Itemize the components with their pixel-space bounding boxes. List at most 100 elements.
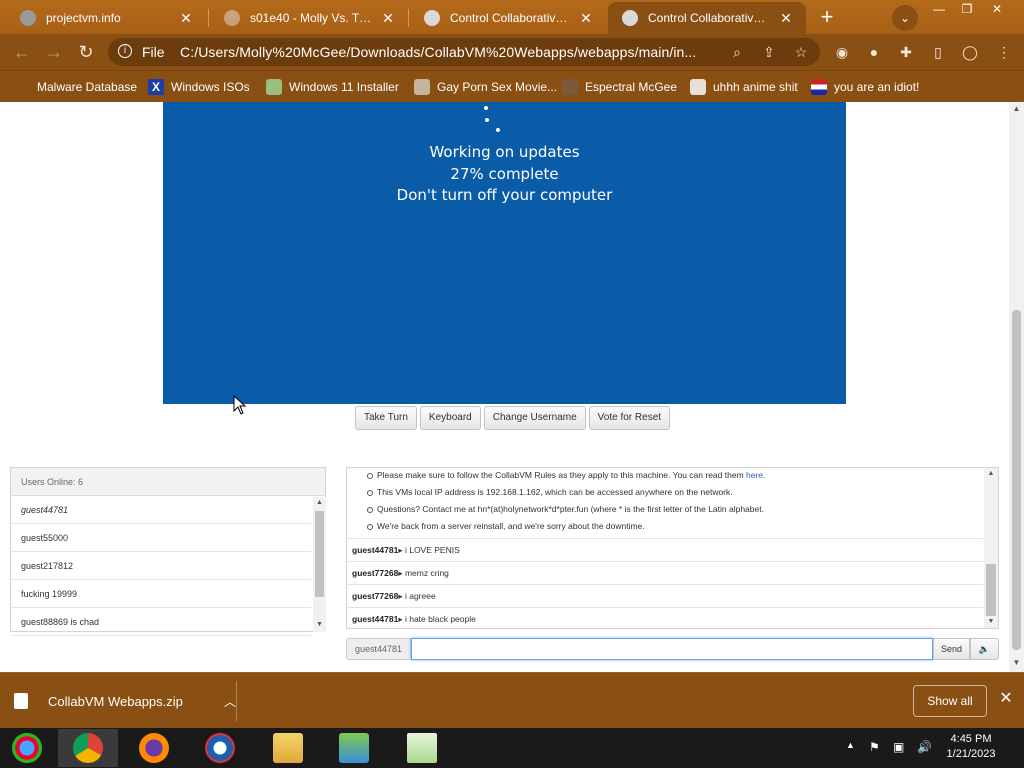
- share-icon[interactable]: ⇪: [760, 43, 778, 61]
- scroll-down-arrow-icon[interactable]: ▼: [315, 621, 324, 628]
- scroll-down-arrow-icon[interactable]: ▼: [1012, 658, 1021, 668]
- address-bar[interactable]: i File C:/Users/Molly%20McGee/Downloads/…: [108, 38, 820, 66]
- new-tab-plus-icon[interactable]: +: [814, 5, 840, 31]
- mouse-cursor-icon: [233, 395, 247, 415]
- url-text[interactable]: C:/Users/Molly%20McGee/Downloads/CollabV…: [180, 44, 720, 60]
- menu-dots-icon[interactable]: ⋮: [994, 42, 1014, 62]
- tab-collabvm-1[interactable]: Control Collaborative Virt ✕: [410, 2, 606, 34]
- keyboard-button[interactable]: Keyboard: [419, 406, 481, 430]
- start-button[interactable]: [0, 729, 60, 767]
- bookmark-movie[interactable]: Gay Porn Sex Movie...: [414, 77, 557, 97]
- reload-icon[interactable]: ↻: [74, 40, 98, 64]
- user-list-item[interactable]: guest217812: [11, 552, 311, 580]
- speaker-icon[interactable]: 🔈: [970, 638, 999, 660]
- close-icon[interactable]: ✕: [380, 10, 396, 27]
- taskbar-firefox[interactable]: [124, 729, 184, 767]
- close-icon[interactable]: ✕: [178, 10, 194, 27]
- chat-username: guest77268: [352, 568, 399, 578]
- tab-divider: [408, 9, 409, 27]
- download-filename: CollabVM Webapps.zip: [48, 693, 183, 709]
- character-icon: [562, 79, 578, 95]
- chat-input[interactable]: [411, 638, 933, 660]
- scroll-thumb[interactable]: [315, 511, 324, 597]
- tab-molly[interactable]: s01e40 - Molly Vs. The Gi ✕: [210, 2, 408, 34]
- window-close-icon[interactable]: ✕: [982, 0, 1012, 20]
- scroll-thumb[interactable]: [986, 564, 996, 616]
- close-icon[interactable]: ✕: [578, 10, 594, 27]
- rule-item: Please make sure to follow the CollabVM …: [366, 470, 765, 480]
- close-icon[interactable]: ✕: [778, 10, 794, 27]
- bookmark-windows-11-installer[interactable]: Windows 11 Installer: [266, 77, 399, 97]
- notepad-icon: [407, 733, 437, 763]
- close-icon[interactable]: ✕: [996, 689, 1016, 709]
- bookmark-star-icon[interactable]: ☆: [792, 43, 810, 61]
- user-list-item[interactable]: guest44781: [11, 496, 311, 524]
- restore-icon[interactable]: ❐: [952, 0, 982, 20]
- change-username-button[interactable]: Change Username: [483, 406, 586, 430]
- network-status-icon[interactable]: ▣: [893, 740, 904, 754]
- page-content: Working on updates 27% complete Don't tu…: [0, 102, 1009, 672]
- chat-message: guest77268▸ i agreee: [347, 584, 983, 607]
- taskbar-file-explorer[interactable]: [258, 729, 318, 767]
- users-scrollbar[interactable]: ▲ ▼: [313, 497, 326, 632]
- profile-avatar-icon[interactable]: ●: [864, 42, 884, 62]
- windows-start-icon: [12, 733, 42, 763]
- user-list-item[interactable]: fucking 19999: [11, 580, 311, 608]
- taskbar-network[interactable]: [324, 729, 384, 767]
- action-center-flag-icon[interactable]: ⚑: [869, 740, 880, 754]
- chat-separator: ▸: [398, 568, 403, 578]
- update-warning: Don't turn off your computer: [396, 186, 613, 204]
- rules-link[interactable]: here.: [746, 470, 765, 480]
- scroll-up-arrow-icon[interactable]: ▲: [1012, 104, 1021, 114]
- obama-icon: [205, 733, 235, 763]
- taskbar-chrome[interactable]: [58, 729, 118, 767]
- tab-collabvm-2[interactable]: Control Collaborative Virt ✕: [608, 2, 806, 34]
- chevron-up-icon[interactable]: ︿: [224, 693, 236, 710]
- account-icon[interactable]: ◯: [960, 42, 980, 62]
- tab-strip: projectvm.info ✕ s01e40 - Molly Vs. The …: [0, 0, 1024, 34]
- scroll-thumb[interactable]: [1012, 310, 1021, 650]
- bookmark-label: uhhh anime shit: [713, 80, 798, 94]
- send-button[interactable]: Send: [933, 638, 970, 660]
- tab-title: Control Collaborative Virt: [450, 11, 570, 25]
- tab-projectvm[interactable]: projectvm.info ✕: [6, 2, 206, 34]
- side-panel-icon[interactable]: ▯: [928, 42, 948, 62]
- user-list-item[interactable]: guest88869 is chad: [11, 608, 311, 636]
- globe-icon: [622, 10, 638, 26]
- bookmarks-bar: Malware Database X Windows ISOs Windows …: [0, 70, 1024, 102]
- chat-text: i LOVE PENIS: [404, 545, 460, 555]
- chat-scrollbar[interactable]: ▲ ▼: [984, 468, 998, 628]
- bookmark-malware-database[interactable]: Malware Database: [14, 77, 137, 97]
- take-turn-button[interactable]: Take Turn: [355, 406, 417, 430]
- chat-message: guest44781▸ i hate black people: [347, 607, 983, 628]
- scroll-up-arrow-icon[interactable]: ▲: [315, 499, 324, 506]
- user-list-item[interactable]: guest55000: [11, 524, 311, 552]
- bookmark-espectral-mcgee[interactable]: Espectral McGee: [562, 77, 677, 97]
- scroll-up-arrow-icon[interactable]: ▲: [986, 470, 996, 477]
- forward-arrow-icon[interactable]: →: [42, 40, 66, 64]
- zoom-icon[interactable]: ⌕: [728, 43, 746, 61]
- page-scrollbar[interactable]: ▲ ▼: [1009, 102, 1024, 672]
- taskbar-notepad[interactable]: [392, 729, 452, 767]
- browser-toolbar: ← → ↻ i File C:/Users/Molly%20McGee/Down…: [0, 34, 1024, 70]
- extension-flag-icon[interactable]: ◉: [832, 42, 852, 62]
- chat-message: guest44781▸ i LOVE PENIS: [347, 538, 983, 561]
- show-all-button[interactable]: Show all: [913, 685, 987, 717]
- bookmark-anime[interactable]: uhhh anime shit: [690, 77, 798, 97]
- minimize-icon[interactable]: —: [924, 0, 954, 20]
- download-item[interactable]: CollabVM Webapps.zip ︿: [14, 685, 236, 717]
- tab-search-chevron-icon[interactable]: ⌄: [892, 5, 918, 31]
- bookmark-windows-isos[interactable]: X Windows ISOs: [148, 77, 250, 97]
- system-clock[interactable]: 4:45 PM 1/21/2023: [936, 732, 1006, 762]
- scroll-down-arrow-icon[interactable]: ▼: [986, 618, 996, 625]
- extensions-puzzle-icon[interactable]: ✚: [896, 42, 916, 62]
- vm-screen[interactable]: Working on updates 27% complete Don't tu…: [163, 102, 846, 404]
- info-icon[interactable]: i: [118, 44, 132, 58]
- taskbar-obama[interactable]: [190, 729, 250, 767]
- volume-icon[interactable]: 🔊: [917, 740, 932, 754]
- bookmark-you-are-an-idiot[interactable]: you are an idiot!: [811, 77, 919, 97]
- show-hidden-icons-icon[interactable]: ▲: [846, 740, 855, 750]
- vote-for-reset-button[interactable]: Vote for Reset: [588, 406, 671, 430]
- chat-text: i hate black people: [404, 614, 476, 624]
- back-arrow-icon[interactable]: ←: [10, 40, 34, 64]
